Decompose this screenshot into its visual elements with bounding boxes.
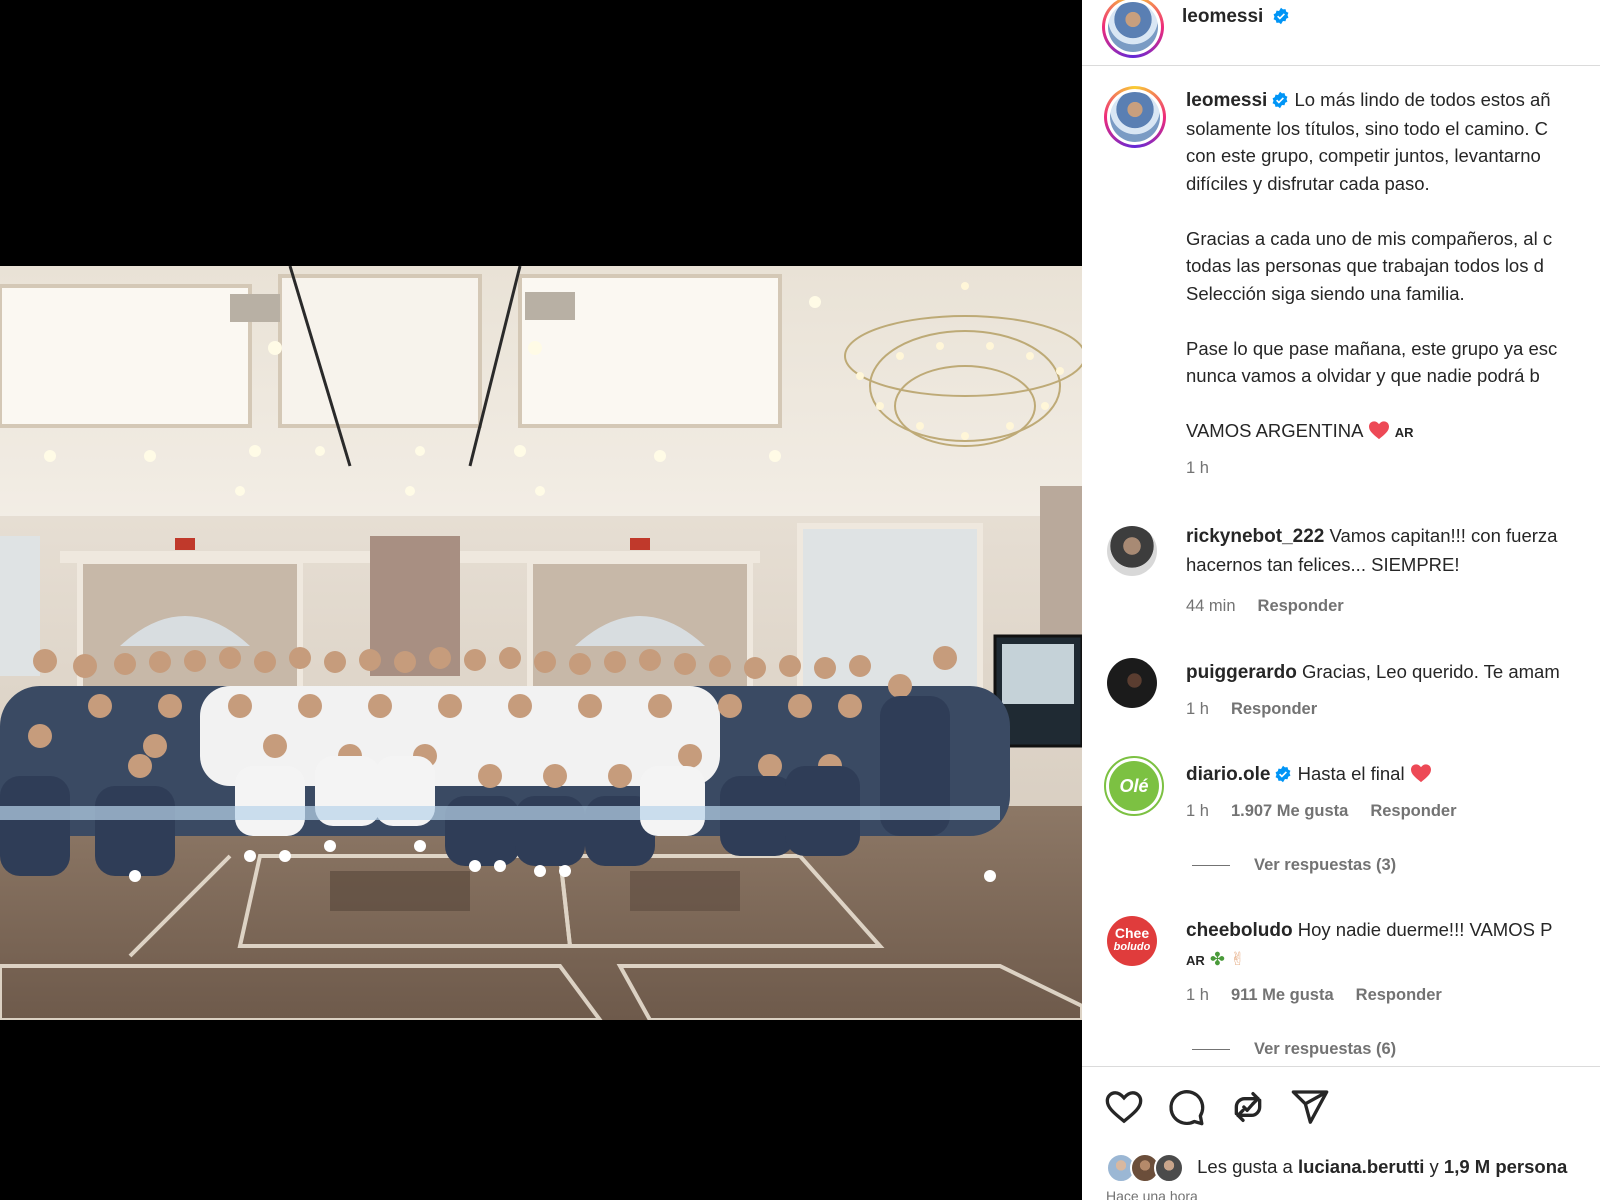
commenter-username[interactable]: rickynebot_222 [1186, 526, 1324, 547]
likes-conjunction: y [1429, 1155, 1439, 1177]
view-replies-button[interactable]: Ver respuestas (6) [1192, 1040, 1396, 1059]
red-heart-emoji-icon [1410, 764, 1431, 783]
comment-text: cheeboludo Hoy nadie duerme!!! VAMOS P A… [1186, 916, 1600, 974]
view-replies-button[interactable]: Ver respuestas (3) [1192, 856, 1396, 875]
team-photo-illustration [0, 266, 1082, 1020]
caption-line: Pase lo que pase mañana, este grupo ya e… [1186, 337, 1558, 359]
view-replies-label: Ver respuestas (3) [1254, 856, 1397, 874]
commenter-username[interactable]: puiggerardo [1186, 662, 1297, 683]
author-username[interactable]: leomessi [1182, 6, 1263, 27]
caption-line: con este grupo, competir juntos, levanta… [1186, 145, 1541, 166]
reply-button[interactable]: Responder [1356, 986, 1442, 1004]
comment-text-line: Vamos capitan!!! con fuerza [1329, 525, 1558, 546]
caption-line: todas las personas que trabajan todos lo… [1186, 255, 1544, 276]
caption-time: 1 h [1186, 458, 1209, 477]
commenter-avatar[interactable]: Olé [1104, 756, 1164, 816]
replies-divider-line [1192, 865, 1230, 867]
flag-ar-emoji: AR [1394, 425, 1414, 440]
commenter-avatar[interactable] [1107, 658, 1157, 708]
caption-line: solamente los títulos, sino todo el cami… [1186, 117, 1548, 139]
flag-ar-emoji: AR [1186, 952, 1205, 968]
post-actions-bar: Les gusta a luciana.berutti y 1,9 M pers… [1082, 1066, 1600, 1200]
share-icon[interactable] [1228, 1087, 1268, 1127]
commenter-username[interactable]: cheeboludo [1186, 920, 1293, 941]
send-icon[interactable] [1290, 1087, 1330, 1127]
red-heart-emoji-icon [1368, 421, 1389, 440]
comment-time: 1 h [1186, 802, 1209, 820]
caption-line: Selección siga siendo una familia. [1186, 282, 1465, 304]
comment-text-line: Hoy nadie duerme!!! VAMOS P [1297, 919, 1553, 940]
comment-text-line: Gracias, Leo querido. Te amam [1301, 661, 1560, 682]
caption-avatar[interactable] [1104, 86, 1166, 148]
caption-line: Gracias a cada uno de mis compañeros, al… [1186, 227, 1553, 249]
comment-icon[interactable] [1166, 1087, 1206, 1127]
heart-icon[interactable] [1104, 1087, 1144, 1127]
comment-text-line: Hasta el final [1297, 763, 1405, 784]
reply-button[interactable]: Responder [1231, 700, 1317, 718]
author-avatar[interactable] [1102, 0, 1164, 58]
post-media-pane [0, 0, 1082, 1200]
post-header: leomessi [1082, 0, 1600, 66]
caption-line: nunca vamos a olvidar y que nadie podrá … [1186, 365, 1540, 386]
comment-text-line: hacernos tan felices... SIEMPRE! [1186, 553, 1460, 575]
comment-meta: 1 h Responder [1186, 700, 1339, 719]
comment-time: 1 h [1186, 700, 1209, 718]
verified-badge-icon [1272, 91, 1288, 109]
likes-summary[interactable]: Les gusta a luciana.berutti y 1,9 M pers… [1106, 1153, 1567, 1183]
caption-username[interactable]: leomessi [1186, 90, 1267, 111]
post-timestamp: Hace una hora [1106, 1188, 1198, 1200]
commenter-avatar[interactable]: Chee boludo [1107, 916, 1157, 966]
comment-time: 1 h [1186, 986, 1209, 1004]
comment-text: diario.ole Hasta el final [1186, 760, 1600, 789]
four-leaf-clover-emoji-icon: ✤ [1209, 948, 1226, 969]
crossed-fingers-emoji-icon: ✌ [1230, 948, 1246, 969]
verified-badge-icon [1276, 765, 1291, 783]
caption-line: VAMOS ARGENTINA [1186, 420, 1363, 441]
caption-line: Lo más lindo de todos estos añ [1294, 89, 1551, 110]
replies-divider-line [1192, 1049, 1230, 1051]
likes-count[interactable]: 1,9 M persona [1444, 1156, 1567, 1177]
ole-logo-text: Olé [1109, 761, 1159, 811]
reply-button[interactable]: Responder [1370, 802, 1456, 820]
likes-prefix: Les gusta a [1197, 1155, 1293, 1177]
comment-meta: 44 min Responder [1186, 597, 1366, 616]
caption-text: leomessi Lo más lindo de todos estos añ … [1186, 86, 1600, 482]
chee-logo-text: Chee [1114, 925, 1150, 941]
comment-likes-count[interactable]: 911 Me gusta [1231, 986, 1334, 1004]
comment-text: puiggerardo Gracias, Leo querido. Te ama… [1186, 658, 1600, 687]
liker-username[interactable]: luciana.berutti [1298, 1156, 1424, 1177]
verified-badge-icon [1273, 7, 1289, 25]
caption-line: difíciles y disfrutar cada paso. [1186, 172, 1430, 194]
likers-avatar-stack [1106, 1153, 1186, 1183]
chee-logo-subtext: boludo [1113, 941, 1151, 953]
comment-likes-count[interactable]: 1.907 Me gusta [1231, 802, 1348, 820]
comment-meta: 1 h 1.907 Me gusta Responder [1186, 802, 1479, 821]
view-replies-label: Ver respuestas (6) [1254, 1040, 1397, 1058]
comment-text: rickynebot_222 Vamos capitan!!! con fuer… [1186, 522, 1600, 578]
post-photo[interactable] [0, 266, 1082, 1020]
comment-meta: 1 h 911 Me gusta Responder [1186, 986, 1464, 1005]
reply-button[interactable]: Responder [1258, 597, 1344, 615]
post-side-panel: leomessi leomessi Lo más lindo de todos … [1082, 0, 1600, 1200]
comment-time: 44 min [1186, 597, 1236, 615]
commenter-username[interactable]: diario.ole [1186, 764, 1270, 785]
commenter-avatar[interactable] [1107, 526, 1157, 576]
